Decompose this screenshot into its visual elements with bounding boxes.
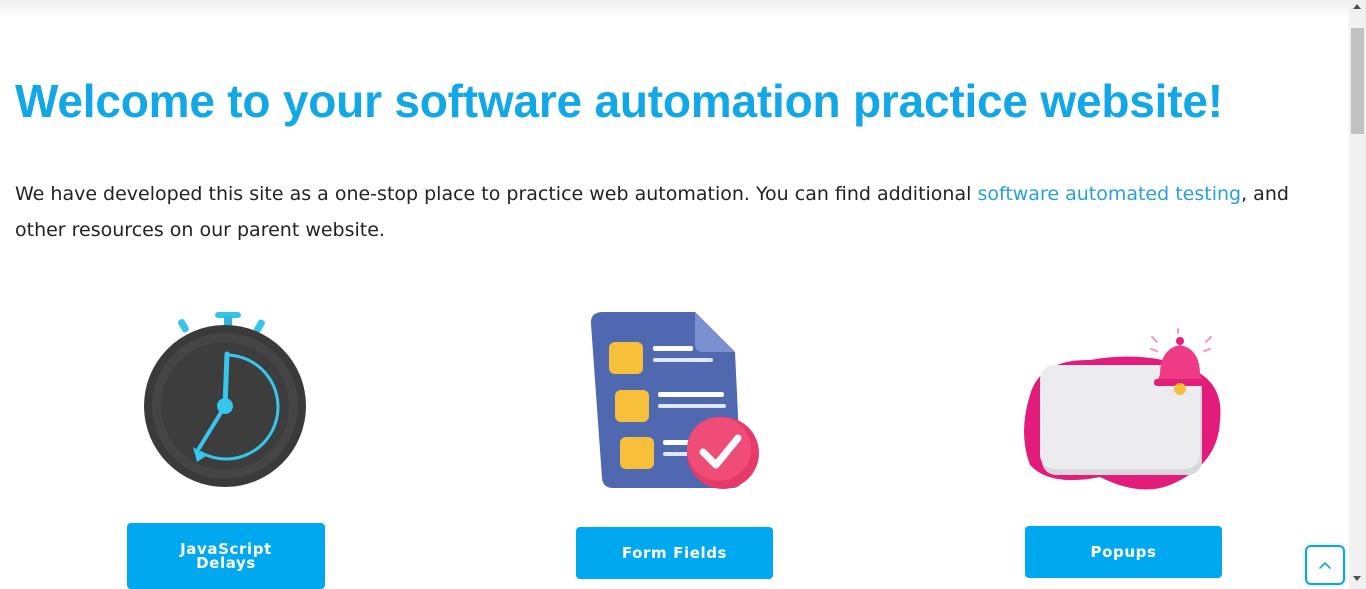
popups-button[interactable]: Popups <box>1025 526 1222 578</box>
scroll-up-arrow-icon[interactable] <box>1353 4 1361 9</box>
popup-bell-icon <box>1024 328 1221 490</box>
form-fields-button[interactable]: Form Fields <box>576 527 773 579</box>
card-form-fields <box>585 310 763 494</box>
chevron-up-icon <box>1319 562 1331 569</box>
intro-text-start: We have developed this site as a one-sto… <box>15 183 978 205</box>
scroll-thumb[interactable] <box>1351 28 1364 134</box>
vertical-scrollbar[interactable] <box>1349 0 1366 589</box>
card-popups <box>1020 325 1225 495</box>
javascript-delays-button[interactable]: JavaScript Delays <box>127 523 325 589</box>
software-automated-testing-link[interactable]: software automated testing <box>977 183 1241 205</box>
checklist-form-icon <box>590 312 759 489</box>
scroll-down-arrow-icon[interactable] <box>1353 576 1361 581</box>
stopwatch-icon <box>144 312 306 487</box>
card-javascript-delays <box>140 310 312 492</box>
back-to-top-button[interactable] <box>1305 545 1345 585</box>
main-content: Welcome to your software automation prac… <box>0 0 1349 589</box>
page-title: Welcome to your software automation prac… <box>15 75 1223 127</box>
intro-paragraph: We have developed this site as a one-sto… <box>15 176 1325 248</box>
